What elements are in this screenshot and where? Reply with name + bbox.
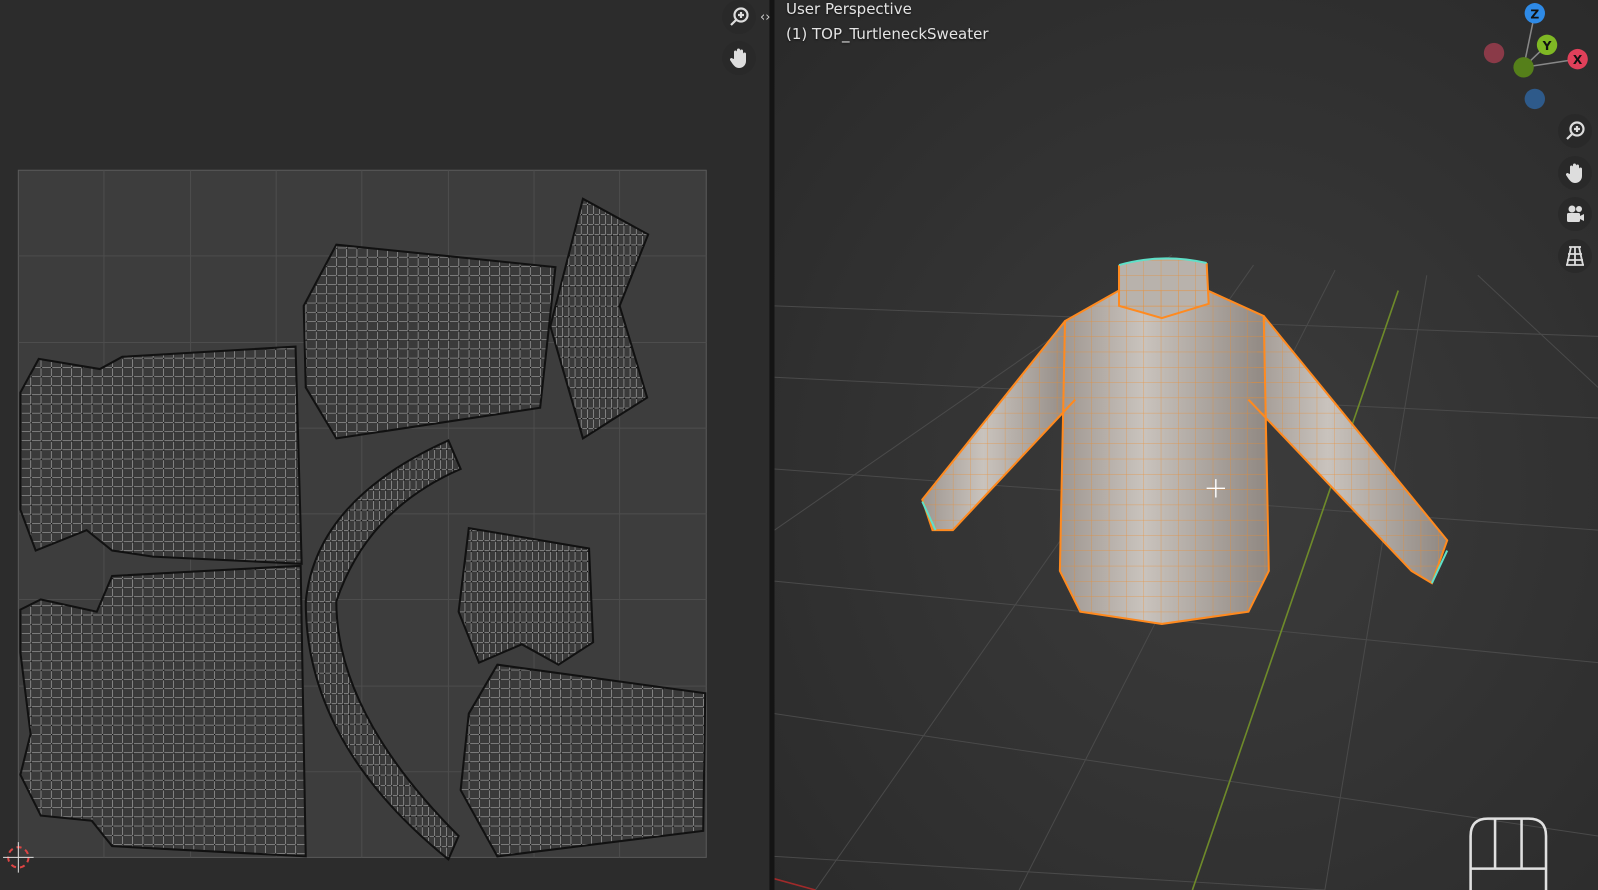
- gizmo-x-label: X: [1573, 53, 1583, 67]
- gizmo-neg-y[interactable]: [1513, 57, 1534, 78]
- zoom-icon: [730, 7, 749, 26]
- uv-island-sleeve-right[interactable]: [459, 663, 707, 858]
- uv-island-front[interactable]: [19, 564, 307, 858]
- pan-icon: [1565, 163, 1582, 183]
- grid-icon: [1566, 246, 1584, 266]
- uv-zoom-button[interactable]: [722, 0, 756, 34]
- view-name: User Perspective: [786, 0, 912, 18]
- viewport-zoom-button[interactable]: [1558, 114, 1592, 148]
- viewport-3d[interactable]: Z Y X: [774, 0, 1598, 890]
- gizmo-z-label: Z: [1530, 7, 1539, 21]
- object-label: (1) TOP_TurtleneckSweater: [786, 25, 989, 43]
- uv-island-sleeve-left[interactable]: [302, 243, 557, 440]
- editor-canvas: Z Y X: [0, 0, 1598, 890]
- blender-window: Z Y X User Perspective (1) TOP_Turtlenec…: [0, 0, 1598, 890]
- uv-island-back[interactable]: [19, 345, 303, 565]
- area-divider[interactable]: [769, 0, 775, 890]
- gizmo-neg-x[interactable]: [1483, 42, 1505, 64]
- camera-icon: [1567, 205, 1584, 222]
- region-toggle-icon[interactable]: ‹›: [760, 10, 770, 25]
- uv-pan-button[interactable]: [722, 41, 756, 75]
- gizmo-y-label: Y: [1542, 39, 1552, 53]
- uv-island-cuff-lower[interactable]: [457, 526, 595, 666]
- viewport-pan-button[interactable]: [1558, 156, 1592, 190]
- viewport-grid-button[interactable]: [1558, 239, 1592, 273]
- viewport-camera-button[interactable]: [1558, 197, 1592, 231]
- zoom-icon: [1566, 121, 1585, 140]
- gizmo-neg-z[interactable]: [1524, 88, 1546, 110]
- pan-icon: [729, 48, 746, 68]
